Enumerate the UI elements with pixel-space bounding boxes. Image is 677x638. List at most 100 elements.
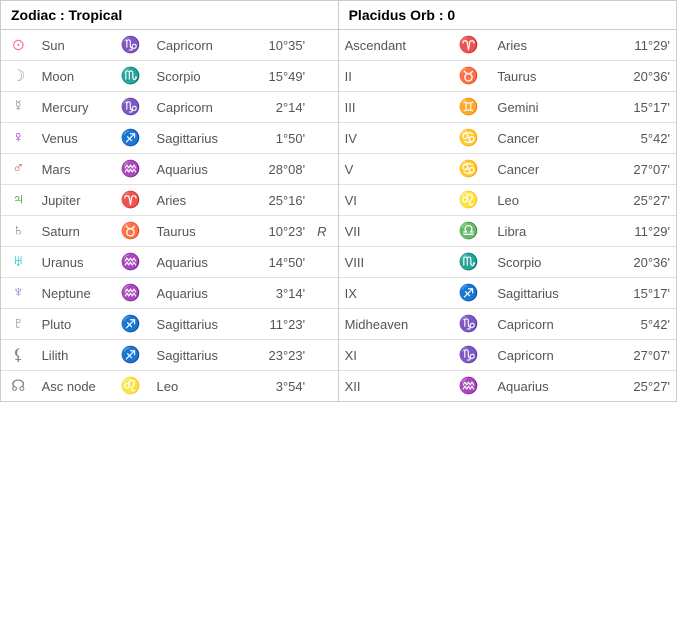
planet-icon: ♂ xyxy=(1,154,36,185)
house-degree: 20°36' xyxy=(605,61,676,92)
planet-degree: 2°14' xyxy=(249,92,311,123)
house-name: IV xyxy=(339,123,446,154)
planet-degree: 25°16' xyxy=(249,185,311,216)
house-degree: 27°07' xyxy=(605,154,676,185)
house-name: IX xyxy=(339,278,446,309)
planet-sign-icon: ♑ xyxy=(111,30,150,61)
planet-sign: Sagittarius xyxy=(151,309,250,340)
house-sign-icon: ♋ xyxy=(446,123,491,154)
house-row: VI ♌ Leo 25°27' xyxy=(339,185,676,216)
zodiac-header: Zodiac : Tropical xyxy=(1,1,339,30)
house-sign: Gemini xyxy=(491,92,605,123)
planet-degree: 3°14' xyxy=(249,278,311,309)
planet-row: ⚸ Lilith ♐ Sagittarius 23°23' xyxy=(1,340,338,371)
planet-degree: 14°50' xyxy=(249,247,311,278)
planet-degree: 28°08' xyxy=(249,154,311,185)
house-sign: Capricorn xyxy=(491,340,605,371)
house-row: XI ♑ Capricorn 27°07' xyxy=(339,340,676,371)
planet-sign-icon: ♈ xyxy=(111,185,150,216)
house-row: IV ♋ Cancer 5°42' xyxy=(339,123,676,154)
house-sign: Aquarius xyxy=(491,371,605,402)
planet-row: ♆ Neptune ♒ Aquarius 3°14' xyxy=(1,278,338,309)
planet-sign: Sagittarius xyxy=(151,340,250,371)
planet-degree: 10°35' xyxy=(249,30,311,61)
house-name: Midheaven xyxy=(339,309,446,340)
house-row: XII ♒ Aquarius 25°27' xyxy=(339,371,676,402)
planet-name: Uranus xyxy=(36,247,112,278)
house-name: XII xyxy=(339,371,446,402)
planet-sign: Taurus xyxy=(151,216,250,247)
house-name: VII xyxy=(339,216,446,247)
house-name: VI xyxy=(339,185,446,216)
planet-sign-icon: ♉ xyxy=(111,216,150,247)
planet-sign: Leo xyxy=(151,371,250,402)
house-name: Ascendant xyxy=(339,30,446,61)
house-name: V xyxy=(339,154,446,185)
house-row: VIII ♏ Scorpio 20°36' xyxy=(339,247,676,278)
planet-name: Mars xyxy=(36,154,112,185)
planet-icon: ⚸ xyxy=(1,340,36,371)
planet-sign-icon: ♑ xyxy=(111,92,150,123)
planet-icon: ♅ xyxy=(1,247,36,278)
planet-retro xyxy=(311,247,337,278)
planet-name: Venus xyxy=(36,123,112,154)
planets-panel: ⊙ Sun ♑ Capricorn 10°35' ☽ Moon ♏ Scorpi… xyxy=(1,30,339,402)
house-row: IX ♐ Sagittarius 15°17' xyxy=(339,278,676,309)
house-row: II ♉ Taurus 20°36' xyxy=(339,61,676,92)
planet-row: ♂ Mars ♒ Aquarius 28°08' xyxy=(1,154,338,185)
planet-sign-icon: ♐ xyxy=(111,340,150,371)
planet-sign: Aquarius xyxy=(151,247,250,278)
house-degree: 25°27' xyxy=(605,185,676,216)
house-sign-icon: ♏ xyxy=(446,247,491,278)
house-row: V ♋ Cancer 27°07' xyxy=(339,154,676,185)
planet-row: ♅ Uranus ♒ Aquarius 14°50' xyxy=(1,247,338,278)
planet-row: ☊ Asc node ♌ Leo 3°54' xyxy=(1,371,338,402)
planet-sign-icon: ♌ xyxy=(111,371,150,402)
planet-icon: ♆ xyxy=(1,278,36,309)
placidus-header: Placidus Orb : 0 xyxy=(338,1,676,30)
planets-table: ⊙ Sun ♑ Capricorn 10°35' ☽ Moon ♏ Scorpi… xyxy=(1,30,338,401)
planet-icon: ♇ xyxy=(1,309,36,340)
planet-sign-icon: ♏ xyxy=(111,61,150,92)
planet-row: ☿ Mercury ♑ Capricorn 2°14' xyxy=(1,92,338,123)
planet-sign-icon: ♒ xyxy=(111,278,150,309)
house-degree: 11°29' xyxy=(605,30,676,61)
house-degree: 25°27' xyxy=(605,371,676,402)
planet-name: Jupiter xyxy=(36,185,112,216)
planet-degree: 10°23' xyxy=(249,216,311,247)
planet-row: ♄ Saturn ♉ Taurus 10°23' R xyxy=(1,216,338,247)
house-sign-icon: ♊ xyxy=(446,92,491,123)
planet-name: Asc node xyxy=(36,371,112,402)
planet-name: Moon xyxy=(36,61,112,92)
house-sign: Sagittarius xyxy=(491,278,605,309)
house-sign-icon: ♒ xyxy=(446,371,491,402)
planet-icon: ⊙ xyxy=(1,30,36,61)
planet-row: ⊙ Sun ♑ Capricorn 10°35' xyxy=(1,30,338,61)
planet-degree: 15°49' xyxy=(249,61,311,92)
house-sign-icon: ♈ xyxy=(446,30,491,61)
planet-sign: Capricorn xyxy=(151,30,250,61)
planet-sign-icon: ♐ xyxy=(111,309,150,340)
house-degree: 5°42' xyxy=(605,309,676,340)
house-degree: 5°42' xyxy=(605,123,676,154)
planet-sign: Sagittarius xyxy=(151,123,250,154)
house-row: Ascendant ♈ Aries 11°29' xyxy=(339,30,676,61)
main-table: Zodiac : Tropical Placidus Orb : 0 ⊙ Sun… xyxy=(0,0,677,402)
planet-retro xyxy=(311,154,337,185)
house-sign-icon: ♑ xyxy=(446,340,491,371)
houses-table: Ascendant ♈ Aries 11°29' II ♉ Taurus 20°… xyxy=(339,30,676,401)
house-sign: Aries xyxy=(491,30,605,61)
planet-sign-icon: ♒ xyxy=(111,154,150,185)
planet-name: Mercury xyxy=(36,92,112,123)
house-row: VII ♎ Libra 11°29' xyxy=(339,216,676,247)
planet-retro xyxy=(311,278,337,309)
planet-retro xyxy=(311,30,337,61)
planet-degree: 1°50' xyxy=(249,123,311,154)
houses-panel: Ascendant ♈ Aries 11°29' II ♉ Taurus 20°… xyxy=(338,30,676,402)
planet-sign-icon: ♒ xyxy=(111,247,150,278)
planet-retro xyxy=(311,61,337,92)
planet-name: Lilith xyxy=(36,340,112,371)
planet-name: Saturn xyxy=(36,216,112,247)
house-degree: 20°36' xyxy=(605,247,676,278)
planet-icon: ♃ xyxy=(1,185,36,216)
